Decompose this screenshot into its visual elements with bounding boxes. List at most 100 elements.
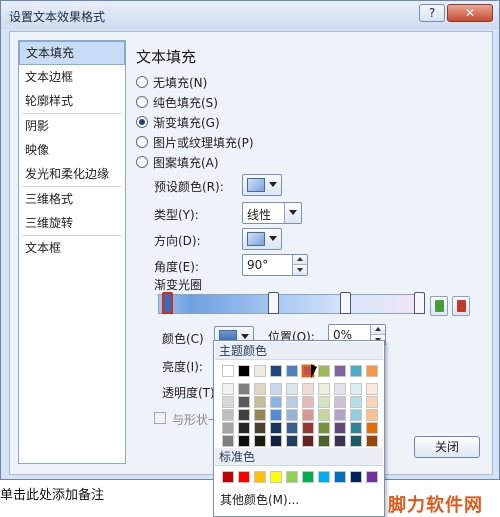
theme-color-swatch[interactable] <box>350 365 362 377</box>
theme-shade-swatch[interactable] <box>334 383 346 395</box>
angle-spinner[interactable]: 90° <box>242 254 308 276</box>
radio-gradient-fill[interactable]: 渐变填充(G) <box>136 114 220 130</box>
nav-item-text-fill[interactable]: 文本填充 <box>19 41 125 65</box>
radio-button[interactable] <box>136 96 148 108</box>
nav-item-3d-rotation[interactable]: 三维旋转 <box>19 211 125 235</box>
standard-color-swatch[interactable] <box>254 471 266 483</box>
theme-shade-swatch[interactable] <box>238 422 250 434</box>
standard-color-swatch[interactable] <box>302 471 314 483</box>
gradient-stop-4[interactable] <box>414 292 425 314</box>
radio-button[interactable] <box>136 76 148 88</box>
theme-shade-swatch[interactable] <box>302 396 314 408</box>
theme-shade-swatch[interactable] <box>350 422 362 434</box>
close-window-button[interactable]: ✕ <box>447 4 493 22</box>
radio-button[interactable] <box>136 156 148 168</box>
theme-shade-swatch[interactable] <box>286 409 298 421</box>
theme-shade-swatch[interactable] <box>254 435 266 447</box>
theme-shade-swatch[interactable] <box>366 422 378 434</box>
theme-shade-swatch[interactable] <box>366 396 378 408</box>
standard-color-swatch[interactable] <box>270 471 282 483</box>
theme-shade-swatch[interactable] <box>286 396 298 408</box>
theme-shade-swatch[interactable] <box>334 422 346 434</box>
nav-item-shadow[interactable]: 阴影 <box>19 114 125 138</box>
theme-color-swatch[interactable] <box>222 365 234 377</box>
theme-shade-swatch[interactable] <box>254 409 266 421</box>
theme-shade-swatch[interactable] <box>366 435 378 447</box>
theme-shade-swatch[interactable] <box>302 383 314 395</box>
theme-shade-swatch[interactable] <box>222 383 234 395</box>
theme-shade-swatch[interactable] <box>350 396 362 408</box>
gradient-stops-bar[interactable] <box>158 294 420 314</box>
theme-shade-swatch[interactable] <box>254 396 266 408</box>
nav-item-outline-style[interactable]: 轮廓样式 <box>19 89 125 113</box>
standard-color-swatch[interactable] <box>238 471 250 483</box>
theme-shade-swatch[interactable] <box>350 409 362 421</box>
spin-up-button[interactable] <box>370 325 385 335</box>
theme-shade-swatch[interactable] <box>286 435 298 447</box>
theme-shade-swatch[interactable] <box>222 409 234 421</box>
theme-shade-swatch[interactable] <box>366 409 378 421</box>
theme-color-swatch[interactable] <box>366 365 378 377</box>
theme-shade-swatch[interactable] <box>334 409 346 421</box>
help-button[interactable]: ? <box>419 4 445 22</box>
theme-shade-swatch[interactable] <box>238 396 250 408</box>
theme-shade-swatch[interactable] <box>334 396 346 408</box>
nav-item-reflection[interactable]: 映像 <box>19 138 125 162</box>
theme-shade-swatch[interactable] <box>238 435 250 447</box>
close-button[interactable]: 关闭 <box>414 436 480 458</box>
gradient-stop-1[interactable] <box>162 292 173 314</box>
radio-picture-fill[interactable]: 图片或纹理填充(P) <box>136 134 254 150</box>
spin-down-button[interactable] <box>292 265 307 275</box>
theme-color-swatch[interactable] <box>238 365 250 377</box>
theme-shade-swatch[interactable] <box>254 383 266 395</box>
gradient-stop-3[interactable] <box>340 292 351 314</box>
theme-shade-swatch[interactable] <box>318 383 330 395</box>
more-colors-item[interactable]: 其他颜色(M)... <box>220 491 299 508</box>
theme-color-swatch[interactable] <box>254 365 266 377</box>
gradient-stop-2[interactable] <box>268 292 279 314</box>
theme-shade-swatch[interactable] <box>318 435 330 447</box>
theme-shade-swatch[interactable] <box>302 422 314 434</box>
theme-shade-swatch[interactable] <box>238 409 250 421</box>
rotate-with-shape-checkbox[interactable] <box>154 412 166 424</box>
remove-stop-button[interactable] <box>452 296 470 316</box>
theme-shade-swatch[interactable] <box>286 383 298 395</box>
theme-shade-swatch[interactable] <box>334 435 346 447</box>
theme-shade-swatch[interactable] <box>350 435 362 447</box>
radio-no-fill[interactable]: 无填充(N) <box>136 74 207 90</box>
type-select[interactable]: 线性 <box>242 202 302 224</box>
theme-shade-swatch[interactable] <box>270 396 282 408</box>
theme-shade-swatch[interactable] <box>270 409 282 421</box>
standard-color-swatch[interactable] <box>222 471 234 483</box>
spin-up-button[interactable] <box>292 255 307 265</box>
theme-shade-swatch[interactable] <box>222 435 234 447</box>
theme-shade-swatch[interactable] <box>318 396 330 408</box>
theme-color-swatch[interactable] <box>286 365 298 377</box>
theme-shade-swatch[interactable] <box>302 435 314 447</box>
theme-shade-swatch[interactable] <box>238 383 250 395</box>
theme-shade-swatch[interactable] <box>286 422 298 434</box>
type-select-button[interactable] <box>284 203 301 223</box>
direction-dropdown[interactable] <box>242 228 282 250</box>
standard-color-swatch[interactable] <box>286 471 298 483</box>
add-stop-button[interactable] <box>430 296 448 316</box>
theme-shade-swatch[interactable] <box>254 422 266 434</box>
radio-solid-fill[interactable]: 纯色填充(S) <box>136 94 218 110</box>
preset-colors-dropdown[interactable] <box>242 174 282 196</box>
theme-shade-swatch[interactable] <box>318 422 330 434</box>
notes-placeholder[interactable]: 单击此处添加备注 <box>0 484 104 503</box>
nav-item-glow-soft-edges[interactable]: 发光和柔化边缘 <box>19 162 125 186</box>
theme-shade-swatch[interactable] <box>350 383 362 395</box>
nav-item-text-outline[interactable]: 文本边框 <box>19 65 125 89</box>
nav-item-3d-format[interactable]: 三维格式 <box>19 187 125 211</box>
standard-color-swatch[interactable] <box>350 471 362 483</box>
standard-color-swatch[interactable] <box>318 471 330 483</box>
radio-pattern-fill[interactable]: 图案填充(A) <box>136 154 219 170</box>
standard-color-swatch[interactable] <box>366 471 378 483</box>
theme-shade-swatch[interactable] <box>270 422 282 434</box>
theme-color-swatch[interactable] <box>334 365 346 377</box>
theme-shade-swatch[interactable] <box>366 383 378 395</box>
theme-shade-swatch[interactable] <box>270 383 282 395</box>
theme-shade-swatch[interactable] <box>270 435 282 447</box>
nav-item-text-box[interactable]: 文本框 <box>19 236 125 260</box>
